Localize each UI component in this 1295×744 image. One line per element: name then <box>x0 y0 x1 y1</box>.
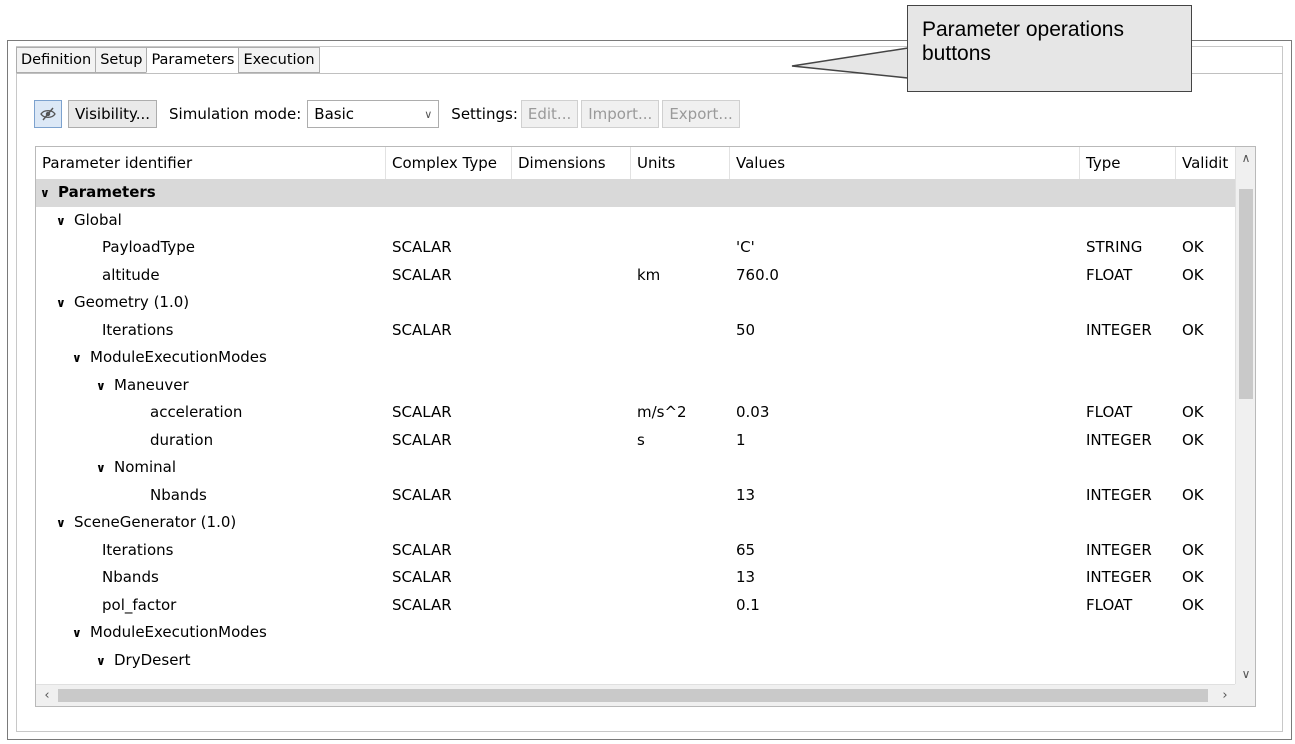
callout-annotation: Parameter operations buttons <box>907 5 1192 92</box>
callout-pointer <box>791 47 909 79</box>
